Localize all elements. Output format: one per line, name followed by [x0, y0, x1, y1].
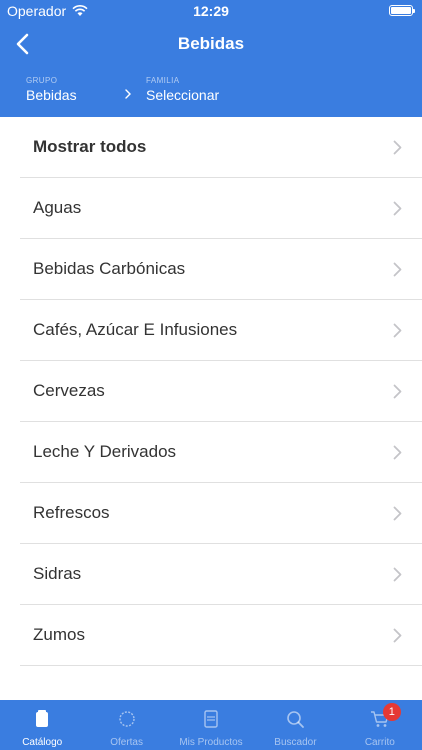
- list-item[interactable]: Mostrar todos: [20, 117, 422, 178]
- group-filter[interactable]: GRUPO Bebidas: [26, 76, 77, 103]
- tab-ofertas[interactable]: Ofertas: [84, 700, 168, 750]
- chevron-right-icon: [393, 262, 402, 277]
- list-item[interactable]: Cafés, Azúcar E Infusiones: [20, 300, 422, 361]
- tab-label: Mis Productos: [179, 737, 243, 748]
- chevron-right-icon: [393, 140, 402, 155]
- list-item[interactable]: Zumos: [20, 605, 422, 666]
- group-filter-value: Bebidas: [26, 87, 77, 103]
- list-item-label: Sidras: [33, 564, 82, 583]
- chevron-right-icon: [393, 384, 402, 399]
- family-filter-label: FAMILIA: [146, 76, 180, 85]
- category-list: Mostrar todos Aguas Bebidas Carbónicas Café…: [0, 117, 422, 666]
- chevron-right-icon: [393, 445, 402, 460]
- filter-row: GRUPO Bebidas FAMILIA Seleccionar: [0, 76, 422, 112]
- list-item[interactable]: Sidras: [20, 544, 422, 605]
- list-item-label: Leche Y Derivados: [33, 442, 177, 461]
- list-item-label: Mostrar todos: [33, 137, 147, 156]
- family-filter[interactable]: FAMILIA Seleccionar: [146, 76, 219, 103]
- tab-label: Catálogo: [22, 737, 63, 748]
- tab-carrito[interactable]: 1 Carrito: [338, 700, 422, 750]
- list-item[interactable]: Refrescos: [20, 483, 422, 544]
- list-item-label: Cervezas: [33, 381, 105, 400]
- chevron-right-icon: [393, 506, 402, 521]
- list-item-label: Bebidas Carbónicas: [33, 259, 186, 278]
- nav-bar: Bebidas: [0, 22, 422, 66]
- list-item-label: Refrescos: [33, 503, 110, 522]
- status-bar: Operador 12:29: [0, 0, 422, 22]
- tab-bar: Catálogo Ofertas Mis Productos Buscador 1 Car…: [0, 700, 422, 750]
- tab-mis-productos[interactable]: Mis Productos: [169, 700, 253, 750]
- page-title: Bebidas: [177, 34, 245, 53]
- chevron-right-icon: [393, 323, 402, 338]
- tab-buscador[interactable]: Buscador: [253, 700, 337, 750]
- tab-label: Ofertas: [110, 737, 143, 748]
- group-filter-label: GRUPO: [26, 76, 58, 85]
- chevron-right-icon: [393, 628, 402, 643]
- header: Operador 12:29 Bebidas GRUPO Bebidas FAM…: [0, 0, 422, 117]
- family-filter-value: Seleccionar: [146, 87, 220, 103]
- catalog-icon: [36, 710, 49, 727]
- offers-icon: [118, 711, 135, 727]
- tab-catalogo[interactable]: Catálogo: [0, 700, 84, 750]
- products-icon: [204, 710, 218, 728]
- list-item[interactable]: Bebidas Carbónicas: [20, 239, 422, 300]
- list-item-label: Cafés, Azúcar E Infusiones: [33, 320, 238, 339]
- battery-icon: [389, 5, 415, 16]
- chevron-right-icon: [125, 89, 131, 99]
- cart-badge: 1: [382, 703, 401, 721]
- chevron-right-icon: [393, 567, 402, 582]
- list-item[interactable]: Leche Y Derivados: [20, 422, 422, 483]
- list-item[interactable]: Aguas: [20, 178, 422, 239]
- chevron-right-icon: [393, 201, 402, 216]
- list-item-label: Aguas: [33, 198, 82, 217]
- tab-label: Carrito: [364, 737, 395, 748]
- search-icon: [287, 711, 305, 728]
- list-item-label: Zumos: [33, 625, 85, 644]
- tab-label: Buscador: [274, 737, 317, 748]
- status-time: 12:29: [193, 3, 229, 19]
- list-item[interactable]: Cervezas: [20, 361, 422, 422]
